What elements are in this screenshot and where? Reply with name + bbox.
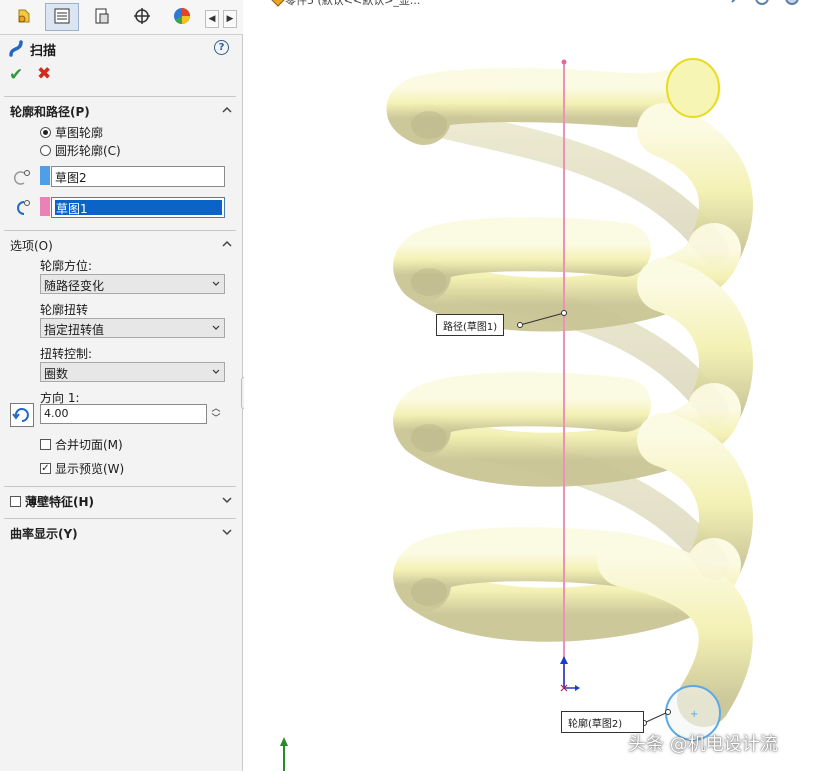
chevron-right-icon: ▶ bbox=[226, 14, 234, 24]
path-callout-anchor bbox=[561, 310, 567, 316]
view-toolbar-partial[interactable] bbox=[731, 0, 799, 5]
chevron-down-icon bbox=[212, 369, 220, 374]
feature-title: 扫描 bbox=[30, 43, 57, 59]
radio-circular-profile[interactable]: 圆形轮廓(C) bbox=[40, 142, 121, 159]
close-icon: ✖ bbox=[37, 64, 52, 84]
checkmark-icon: ✔ bbox=[9, 65, 24, 85]
profile-orientation-dropdown[interactable]: 随路径变化 bbox=[40, 274, 225, 294]
path-icon bbox=[10, 198, 32, 221]
crosshair-icon bbox=[133, 7, 151, 28]
watermark-text: 头条 @机电设计流 bbox=[628, 734, 778, 755]
twist-control-label: 扭转控制: bbox=[40, 347, 93, 361]
chevron-up-icon[interactable] bbox=[221, 104, 233, 116]
radio-button[interactable] bbox=[40, 145, 51, 156]
cancel-button[interactable]: ✖ bbox=[37, 64, 51, 84]
manager-tabs: ◀ ▶ bbox=[0, 0, 243, 35]
tab-dimxpert[interactable] bbox=[125, 3, 159, 31]
profile-twist-label: 轮廓扭转 bbox=[40, 303, 89, 317]
radio-button-checked[interactable] bbox=[40, 127, 51, 138]
reverse-direction-icon bbox=[12, 408, 29, 422]
profile-callout-leader bbox=[643, 711, 669, 724]
path-callout[interactable]: 路径(草图1) bbox=[436, 314, 505, 336]
twist-control-dropdown[interactable]: 圈数 bbox=[40, 362, 225, 382]
section-options-title[interactable]: 选项(O) bbox=[10, 237, 53, 254]
tab-scroll-left[interactable]: ◀ bbox=[205, 10, 219, 28]
propertymanager-icon bbox=[53, 7, 71, 28]
direction-turns-value: 4.00 bbox=[44, 407, 69, 420]
radio-circle-label: 圆形轮廓(C) bbox=[55, 144, 121, 158]
chevron-up-icon[interactable] bbox=[221, 238, 233, 250]
part-icon bbox=[271, 0, 285, 7]
merge-faces-label: 合并切面(M) bbox=[55, 438, 123, 452]
path-selection-value: 草图1 bbox=[55, 200, 222, 216]
thin-feature-checkbox[interactable] bbox=[10, 496, 21, 507]
chevron-left-icon: ◀ bbox=[208, 14, 216, 24]
tab-configurationmanager[interactable] bbox=[85, 3, 119, 31]
document-title: 零件5 (默认<<默认>_显... bbox=[285, 0, 421, 7]
profile-icon bbox=[10, 167, 32, 190]
radio-sketch-profile[interactable]: 草图轮廓 bbox=[40, 124, 103, 141]
view-triad bbox=[280, 737, 288, 771]
profile-orientation-value: 随路径变化 bbox=[44, 279, 105, 293]
spring-shadows bbox=[411, 111, 447, 606]
configurationmanager-icon bbox=[93, 7, 111, 28]
direction-spinner[interactable]: ︿ ﹀ bbox=[210, 404, 222, 426]
profile-center-marker: + bbox=[690, 709, 698, 720]
property-manager: ◀ ▶ 扫描 ? ✔ ✖ 轮廓和路径(P) 草图轮廓 圆形轮廓(C) 草图2 草… bbox=[0, 0, 243, 771]
divider bbox=[4, 518, 236, 519]
profile-selection-value: 草图2 bbox=[55, 171, 87, 185]
thin-feature-title: 薄壁特征(H) bbox=[25, 495, 95, 509]
question-icon: ? bbox=[218, 42, 225, 53]
feature-title-row: 扫描 bbox=[8, 39, 56, 59]
ok-button[interactable]: ✔ bbox=[9, 65, 23, 85]
chevron-down-icon[interactable] bbox=[221, 526, 233, 538]
path-callout-anchor bbox=[517, 322, 523, 328]
profile-circle-top[interactable] bbox=[666, 58, 720, 118]
profile-color-swatch bbox=[40, 166, 50, 185]
show-preview-label: 显示预览(W) bbox=[55, 462, 125, 476]
sweep-icon bbox=[8, 39, 24, 60]
profile-twist-value: 指定扭转值 bbox=[44, 323, 105, 337]
tab-scroll-right[interactable]: ▶ bbox=[223, 10, 237, 28]
featuremanager-icon bbox=[14, 6, 34, 29]
appearance-pie-icon bbox=[172, 6, 192, 29]
profile-selection-field[interactable]: 草图2 bbox=[51, 166, 225, 187]
tab-propertymanager[interactable] bbox=[45, 3, 79, 31]
profile-orientation-label: 轮廓方位: bbox=[40, 259, 93, 273]
chevron-down-icon bbox=[212, 325, 220, 330]
path-color-swatch bbox=[40, 197, 50, 216]
spin-up-icon[interactable]: ︿ bbox=[210, 404, 222, 414]
divider bbox=[4, 96, 236, 97]
tab-displaymanager[interactable] bbox=[165, 3, 199, 31]
thin-feature-header[interactable]: 薄壁特征(H) bbox=[10, 493, 94, 510]
radio-sketch-label: 草图轮廓 bbox=[55, 126, 104, 140]
divider bbox=[4, 230, 236, 231]
show-preview-checkbox[interactable]: ✓ bbox=[40, 463, 51, 474]
path-selection-field[interactable]: 草图1 bbox=[51, 197, 225, 218]
graphics-area[interactable]: + 零件5 (默认<<默认>_显... 路径(草图1) 轮廓(草图2) bbox=[244, 0, 816, 771]
profile-callout-anchor bbox=[665, 709, 671, 715]
profile-twist-dropdown[interactable]: 指定扭转值 bbox=[40, 318, 225, 338]
chevron-down-icon[interactable] bbox=[221, 494, 233, 506]
spin-down-icon[interactable]: ﹀ bbox=[210, 414, 222, 424]
curvature-display-title[interactable]: 曲率显示(Y) bbox=[10, 525, 78, 542]
merge-faces-checkbox[interactable] bbox=[40, 439, 51, 450]
tab-featuremanager[interactable] bbox=[7, 3, 41, 31]
spring-3d-preview[interactable]: + bbox=[244, 0, 816, 771]
divider bbox=[4, 486, 236, 487]
help-button[interactable]: ? bbox=[214, 40, 229, 55]
section-profile-path-title[interactable]: 轮廓和路径(P) bbox=[10, 103, 90, 120]
merge-faces-option[interactable]: 合并切面(M) bbox=[40, 436, 123, 453]
path-endpoint bbox=[561, 59, 567, 65]
spring-back-strands bbox=[409, 103, 729, 580]
spring-coils bbox=[386, 61, 753, 727]
direction-turns-input[interactable]: 4.00 bbox=[40, 404, 207, 424]
twist-control-value: 圈数 bbox=[44, 367, 69, 381]
show-preview-option[interactable]: ✓ 显示预览(W) bbox=[40, 460, 124, 477]
chevron-down-icon bbox=[212, 281, 220, 286]
reverse-direction-button[interactable] bbox=[10, 403, 34, 427]
